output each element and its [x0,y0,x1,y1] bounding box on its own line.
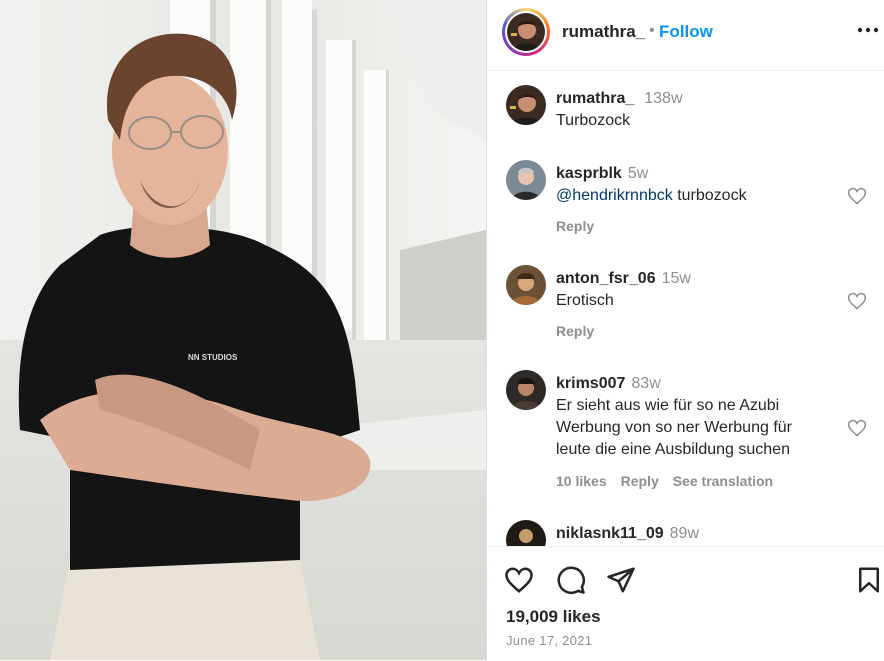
comment-text: Erotisch [556,292,614,309]
author-username[interactable]: rumathra_ [562,22,645,42]
story-ring[interactable] [502,8,550,56]
comment-actions: Reply [556,323,608,339]
avatar[interactable] [506,265,546,305]
comment-heart-icon[interactable] [847,186,867,206]
comment-icon[interactable] [556,565,586,595]
post-date[interactable]: June 17, 2021 [506,633,592,648]
post-image: NN STUDIOS [0,0,486,660]
comment-username[interactable]: niklasnk11_09 [556,525,664,542]
header-separator: • [649,22,655,39]
reply-button[interactable]: Reply [556,218,594,234]
comment-username[interactable]: krims007 [556,375,625,392]
avatar[interactable] [506,520,546,546]
comment-text: Turbozock [556,112,631,129]
avatar[interactable] [506,160,546,200]
comment-time[interactable]: 89w [670,525,699,542]
likes-count[interactable]: 19,009 likes [506,607,601,627]
comment-time[interactable]: 5w [628,165,648,182]
comment-heart-icon[interactable] [847,418,867,438]
comment-likes-count[interactable]: 10 likes [556,473,607,489]
comment-time[interactable]: 138w [644,90,682,107]
comment-username[interactable]: anton_fsr_06 [556,270,656,287]
comment-time[interactable]: 15w [662,270,691,287]
comment-username[interactable]: kasprblk [556,165,622,182]
post-side-panel: rumathra_ • Follow rumathra_ 138w Turboz… [487,0,884,660]
heart-icon[interactable] [504,565,534,595]
reply-button[interactable]: Reply [621,473,659,489]
comment-heart-icon[interactable] [847,291,867,311]
shirt-print: NN STUDIOS [188,353,238,362]
avatar[interactable] [506,85,546,125]
post-header: rumathra_ • Follow [487,0,884,71]
bookmark-icon[interactable] [854,565,884,595]
comment-time[interactable]: 83w [631,375,660,392]
follow-button[interactable]: Follow [659,22,713,42]
share-icon[interactable] [606,565,636,595]
more-icon[interactable] [856,20,880,40]
avatar[interactable] [506,370,546,410]
post-actions: 19,009 likes June 17, 2021 [487,546,884,661]
see-translation-link[interactable]: See translation [673,473,773,489]
comment-actions: Reply [556,218,608,234]
author-avatar [507,13,545,51]
comment-username[interactable]: rumathra_ [556,90,634,107]
comment-text: turbozock [677,187,747,204]
comments-list[interactable]: rumathra_ 138w Turbozock kasprblk 5w @hend… [487,71,884,546]
comment-mention[interactable]: @hendrikrnnbck [556,187,673,204]
post-photo[interactable]: NN STUDIOS [0,0,486,660]
comment-text: Er sieht aus wie für so ne Azubi Werbung… [556,397,792,458]
reply-button[interactable]: Reply [556,323,594,339]
comment-actions: 10 likes Reply See translation [556,473,787,489]
